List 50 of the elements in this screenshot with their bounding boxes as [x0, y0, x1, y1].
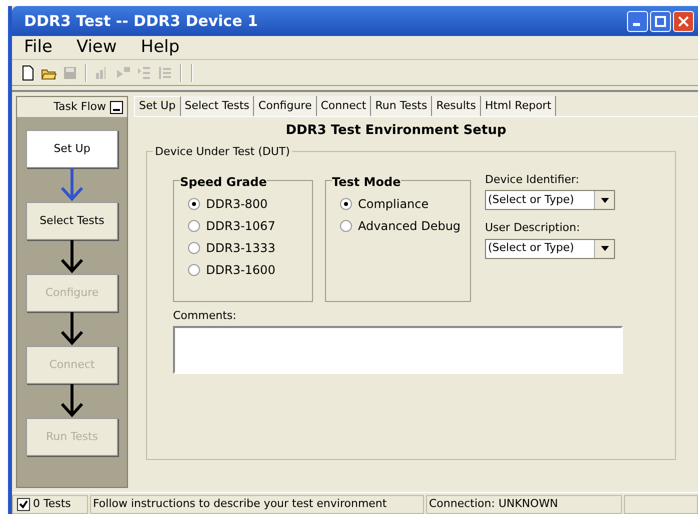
panel-title: Task Flow	[54, 98, 106, 115]
radio-button[interactable]	[188, 220, 200, 232]
menu-item[interactable]: View	[76, 34, 117, 60]
dropdown-icon	[600, 198, 608, 202]
radio-button[interactable]	[340, 220, 352, 232]
status-text: Follow instructions to describe your test environment	[93, 496, 387, 512]
checkbox[interactable]	[17, 498, 30, 511]
tab[interactable]: Select Tests	[180, 96, 254, 116]
radio-button[interactable]	[188, 264, 200, 276]
option-label: Compliance	[358, 196, 429, 212]
close-button[interactable]	[673, 10, 694, 32]
radio-button[interactable]	[188, 242, 200, 254]
menu-item[interactable]: Help	[140, 34, 180, 60]
dropdown-icon	[600, 246, 608, 251]
comments-field[interactable]	[173, 326, 623, 374]
maximize-button[interactable]	[650, 10, 671, 32]
tab[interactable]: Set Up	[134, 96, 181, 116]
combo-box[interactable]: (Select or Type)	[485, 238, 615, 258]
minimize-button[interactable]	[110, 100, 123, 114]
arrow-icon	[59, 312, 85, 346]
arrow-icon	[59, 384, 85, 418]
task-step-button[interactable]: Select Tests	[26, 202, 118, 240]
radio-button[interactable]	[340, 198, 352, 210]
radio-button[interactable]	[188, 198, 200, 210]
status-text: 0 Tests	[33, 496, 71, 512]
status-text: Connection: UNKNOWN	[429, 496, 558, 512]
close-icon	[678, 16, 689, 26]
tab[interactable]: Connect	[316, 96, 372, 116]
tab[interactable]: Configure	[254, 96, 317, 116]
window-title: DDR3 Test -- DDR3 Device 1	[24, 10, 259, 32]
tab[interactable]: Results	[432, 96, 481, 116]
option-label: Advanced Debug	[358, 218, 461, 234]
option-label: DDR3-800	[206, 196, 268, 212]
arrow-icon	[59, 240, 85, 274]
option-label: DDR3-1600	[206, 262, 276, 278]
option-label: DDR3-1333	[206, 240, 276, 256]
combo-box[interactable]: (Select or Type)	[485, 190, 615, 210]
maximize-icon	[655, 16, 666, 26]
field-label: Comments:	[173, 308, 238, 324]
option-label: DDR3-1067	[206, 218, 276, 234]
arrow-icon	[59, 168, 85, 202]
tab[interactable]: Run Tests	[371, 96, 432, 116]
field-label: User Description:	[485, 220, 581, 236]
page-heading: DDR3 Test Environment Setup	[284, 122, 508, 140]
minimize-icon	[633, 22, 640, 26]
document-icon[interactable]	[20, 64, 36, 80]
tab[interactable]: Html Report	[480, 96, 556, 116]
field-label: Device Identifier:	[485, 172, 580, 188]
task-step-button[interactable]: Set Up	[26, 130, 118, 168]
menu-item[interactable]: File	[24, 34, 52, 60]
